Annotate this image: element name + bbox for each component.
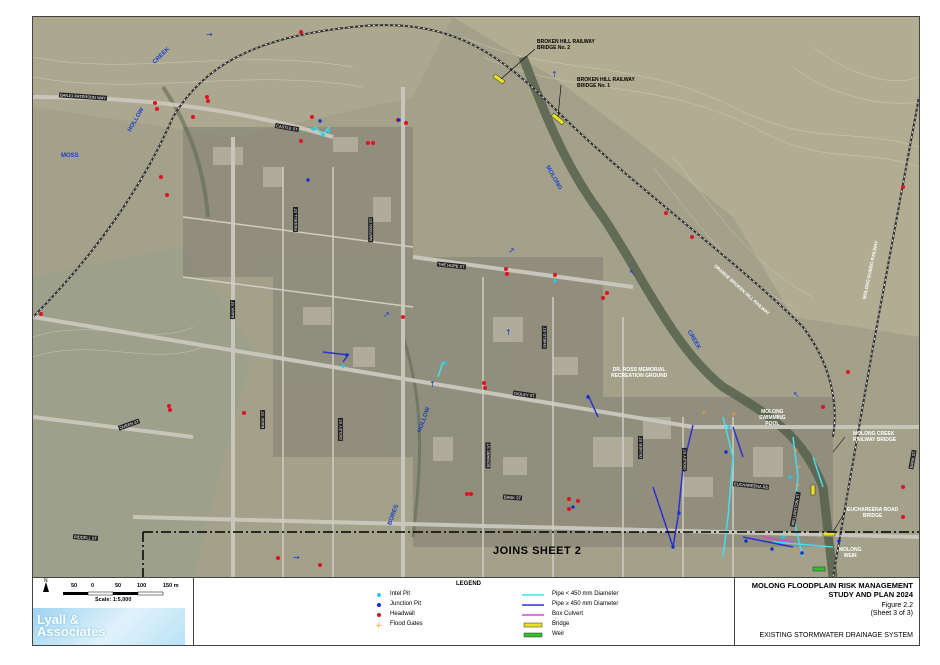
legend-item-box-culvert: Box Culvert bbox=[552, 611, 584, 617]
svg-text:↖: ↖ bbox=[793, 390, 800, 399]
creek-label-moss: MOSS bbox=[61, 153, 79, 159]
legend-item-weir: Weir bbox=[552, 631, 565, 637]
svg-text:+: + bbox=[795, 481, 801, 489]
north-arrow-icon: N bbox=[44, 578, 48, 584]
company-logo: Lyall & Associates bbox=[33, 608, 185, 645]
scale-label: Scale: 1:5,000 bbox=[95, 597, 132, 603]
callout-euchareena-road-bridge: EUCHAREENA ROAD BRIDGE bbox=[847, 507, 899, 519]
figure-number: Figure 2.2 (Sheet 3 of 3) bbox=[870, 602, 913, 617]
legend-symbols-right bbox=[522, 594, 544, 638]
joins-sheet-label: JOINS SHEET 2 bbox=[493, 545, 582, 557]
svg-text:→: → bbox=[206, 30, 213, 39]
legend-symbols-left: + bbox=[375, 593, 383, 631]
callout-ross-recreation-ground: DR. ROSS MEMORIAL RECREATION GROUND bbox=[611, 367, 668, 379]
svg-text:+: + bbox=[793, 446, 799, 454]
callout-molong-weir: MOLONG WEIR bbox=[839, 547, 862, 559]
headwall-icon bbox=[377, 613, 381, 617]
svg-text:↑: ↑ bbox=[505, 328, 512, 337]
legend-item-junction-pit: Junction Pit bbox=[390, 601, 422, 607]
map-footer: N 50 0 50 100 150 m Scale: 1:5,000 Lyall… bbox=[33, 577, 919, 645]
legend-item-flood-gates: Flood Gates bbox=[390, 621, 423, 627]
map-graphics: + + + + + →↑↗ ↖↑↖ →↗↑ bbox=[33, 17, 919, 577]
figure-subtitle: EXISTING STORMWATER DRAINAGE SYSTEM bbox=[759, 632, 914, 639]
intel-pit-icon bbox=[377, 593, 381, 597]
callout-swimming-pool: MOLONG SWIMMING POOL bbox=[759, 409, 786, 427]
weir-icon bbox=[523, 632, 543, 638]
map-legend: LEGEND + Intel Pit Junction Pit Headwall… bbox=[193, 578, 735, 645]
street-label: EDWARD ST bbox=[485, 442, 491, 469]
street-label: OLIVER ST bbox=[637, 436, 643, 459]
legend-item-bridge: Bridge bbox=[552, 621, 570, 627]
map-sheet: + + + + + → ↑ ↗ ↖ ↑ ↖ → ↗ ↑ MOSS HOLLOW … bbox=[32, 16, 920, 646]
svg-text:↗: ↗ bbox=[508, 246, 515, 255]
bridge-icon bbox=[523, 622, 543, 628]
svg-text:+: + bbox=[796, 463, 802, 471]
legend-item-headwall: Headwall bbox=[390, 611, 415, 617]
callout-bridge-no2: BROKEN HILL RAILWAY BRIDGE No. 2 bbox=[537, 39, 595, 51]
legend-item-pipe-small: Pipe < 450 mm Diameter bbox=[552, 591, 619, 597]
junction-pit-icon bbox=[377, 603, 381, 607]
title-block: MOLONG FLOODPLAIN RISK MANAGEMENT STUDY A… bbox=[733, 578, 919, 645]
report-title: MOLONG FLOODPLAIN RISK MANAGEMENT STUDY A… bbox=[751, 581, 913, 599]
aerial-map[interactable]: + + + + + → ↑ ↗ ↖ ↑ ↖ → ↗ ↑ MOSS HOLLOW … bbox=[33, 17, 919, 577]
flood-gates-icon: + bbox=[375, 621, 383, 631]
scale-bar: N bbox=[43, 578, 164, 596]
street-label: GIDLEY ST bbox=[337, 418, 343, 441]
street-label: WATSON ST bbox=[368, 216, 374, 243]
svg-text:+: + bbox=[701, 409, 707, 417]
svg-text:↑: ↑ bbox=[551, 70, 558, 79]
svg-text:↗: ↗ bbox=[383, 310, 390, 319]
svg-text:→: → bbox=[293, 553, 300, 562]
street-label: SHIELD ST bbox=[541, 326, 547, 349]
callout-bridge-no1: BROKEN HILL RAILWAY BRIDGE No. 1 bbox=[577, 77, 635, 89]
scale-area: N 50 0 50 100 150 m Scale: 1:5,000 Lyall… bbox=[33, 578, 185, 645]
street-label: BANK ST bbox=[260, 409, 266, 430]
svg-text:↖: ↖ bbox=[629, 268, 636, 277]
street-label: GIDLEY ST bbox=[681, 448, 687, 471]
svg-text:+: + bbox=[731, 410, 737, 418]
street-label: BANK ST bbox=[230, 299, 236, 320]
svg-text:↑: ↑ bbox=[429, 380, 436, 389]
legend-item-intel-pit: Intel Pit bbox=[390, 591, 411, 597]
street-label: RIDDELL ST bbox=[292, 207, 298, 232]
legend-item-pipe-large: Pipe ≥ 450 mm Diameter bbox=[552, 601, 619, 607]
callout-creek-railway-bridge: MOLONG CREEK RAILWAY BRIDGE bbox=[853, 431, 897, 443]
legend-title: LEGEND bbox=[456, 581, 482, 587]
